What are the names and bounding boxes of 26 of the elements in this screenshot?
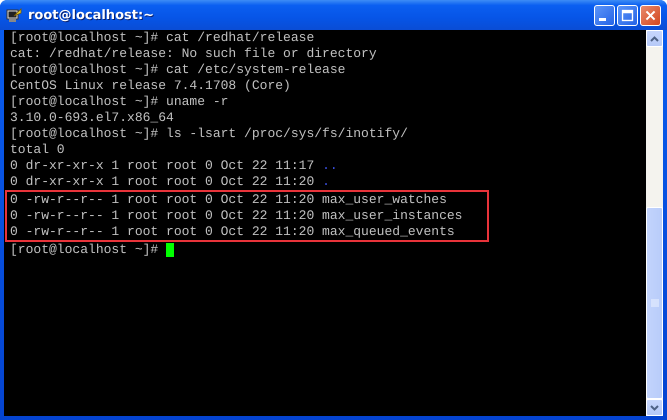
terminal-line: [root@localhost ~]# cat /redhat/release [9, 30, 316, 46]
minimize-button[interactable] [594, 4, 615, 26]
scroll-thumb[interactable] [646, 207, 663, 399]
terminal-line: total 0 [9, 142, 66, 158]
terminal-line: [root@localhost ~]# cat /etc/system-release [9, 62, 346, 78]
terminal-line: 0 -rw-r--r-- 1 root root 0 Oct 22 11:20 max_user_instances [9, 208, 464, 224]
window-title: root@localhost:~ [28, 8, 156, 22]
minimize-icon [599, 18, 606, 20]
scroll-up-button[interactable] [646, 30, 663, 47]
scrollbar[interactable] [646, 30, 663, 416]
terminal-line: CentOS Linux release 7.4.1708 (Core) [9, 78, 292, 94]
terminal-line: [root@localhost ~]# ls -lsart /proc/sys/fs/inotify/ [9, 126, 409, 142]
scroll-down-button[interactable] [646, 399, 663, 416]
close-button[interactable] [640, 4, 661, 26]
terminal-line: 0 dr-xr-xr-x 1 root root 0 Oct 22 11:17 .. [9, 158, 339, 174]
terminal-line: 3.10.0-693.el7.x86_64 [9, 110, 175, 126]
terminal-line: [root@localhost ~]# [10, 242, 158, 258]
terminal-line: 0 -rw-r--r-- 1 root root 0 Oct 22 11:20 max_queued_events [9, 224, 456, 240]
terminal-line: 0 dr-xr-xr-x 1 root root 0 Oct 22 11:20 . [9, 174, 331, 190]
maximize-button[interactable] [617, 4, 638, 26]
terminal-icon [6, 7, 22, 23]
chevron-down-icon [650, 404, 659, 410]
terminal-line: [root@localhost ~]# uname -r [9, 94, 230, 110]
terminal-line: cat: /redhat/release: No such file or directory [9, 46, 378, 62]
chevron-up-icon [650, 36, 659, 42]
terminal-line: 0 -rw-r--r-- 1 root root 0 Oct 22 11:20 max_user_watches [9, 192, 448, 208]
